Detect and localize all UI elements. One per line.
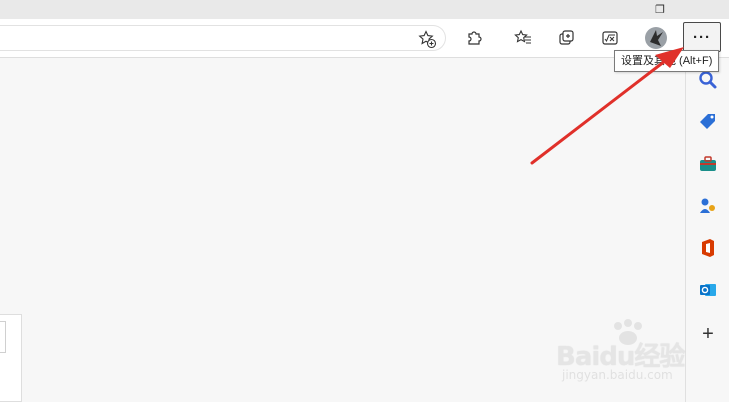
- extensions-button[interactable]: [461, 25, 489, 51]
- toolbox-icon: [700, 156, 716, 171]
- title-bar: ❐: [0, 0, 729, 19]
- watermark-subtext: jingyan.baidu.com: [562, 368, 673, 382]
- profile-button[interactable]: [642, 25, 670, 51]
- baidu-watermark: Baidu经验 jingyan.baidu.com: [556, 318, 688, 388]
- math-solver-icon: [602, 31, 618, 45]
- collections-button[interactable]: [553, 25, 581, 51]
- restore-window-button[interactable]: ❐: [640, 0, 680, 19]
- restore-icon: ❐: [655, 4, 665, 16]
- favorites-button[interactable]: [509, 25, 537, 51]
- sidebar-item-office[interactable]: [694, 234, 722, 262]
- add-icon: +: [702, 322, 714, 345]
- collections-icon: [559, 30, 574, 45]
- profile-avatar-icon: [645, 27, 667, 49]
- office-icon: [702, 239, 714, 257]
- search-icon: [699, 71, 717, 89]
- settings-and-more-button[interactable]: ···: [683, 22, 721, 52]
- games-icon: [700, 198, 715, 213]
- outlook-icon: [700, 284, 716, 296]
- address-bar[interactable]: [0, 25, 446, 51]
- edge-sidebar: +: [685, 58, 729, 402]
- tag-icon: [700, 114, 715, 129]
- page-content-field[interactable]: [0, 321, 6, 353]
- math-solver-button[interactable]: [596, 25, 624, 51]
- sidebar-item-shopping[interactable]: [694, 108, 722, 136]
- page-content-panel: [0, 314, 22, 402]
- sidebar-item-games[interactable]: [694, 192, 722, 220]
- sidebar-item-outlook[interactable]: [694, 276, 722, 304]
- sidebar-item-tools[interactable]: [694, 150, 722, 178]
- more-icon: ···: [693, 28, 711, 46]
- sidebar-add-button[interactable]: +: [694, 320, 722, 348]
- settings-tooltip: 设置及其他 (Alt+F): [614, 50, 720, 72]
- favorites-list-icon: [514, 29, 531, 44]
- add-favorite-button[interactable]: [417, 29, 437, 49]
- star-plus-icon: [418, 30, 437, 49]
- puzzle-icon: [468, 31, 482, 45]
